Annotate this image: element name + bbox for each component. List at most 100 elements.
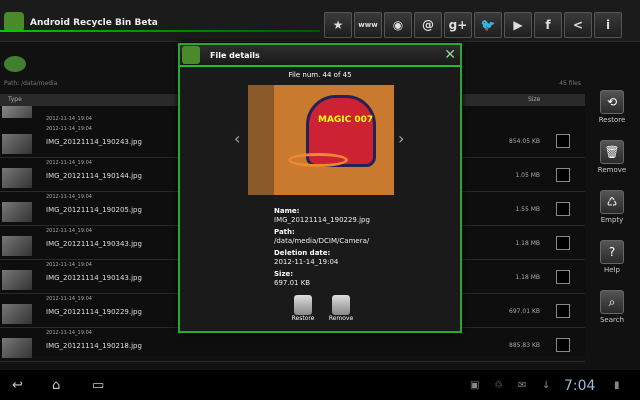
file-count: 45 files <box>559 80 581 87</box>
file-number: File num. 44 of 45 <box>288 71 352 79</box>
title-accent-line <box>0 30 320 32</box>
file-size: 854.05 KB <box>509 138 540 145</box>
back-icon[interactable]: ↩ <box>12 378 23 393</box>
file-checkbox[interactable] <box>556 168 570 182</box>
remove-icon: 🗑 <box>600 140 624 164</box>
column-type-header[interactable]: Type <box>8 96 22 103</box>
file-thumbnail <box>2 168 32 188</box>
file-name: IMG_20121114_190205.jpg <box>46 206 142 214</box>
search-button[interactable]: ⌕ Search <box>592 290 632 334</box>
bin-logo-icon <box>4 56 26 72</box>
previous-arrow-icon[interactable]: ‹ <box>234 129 240 148</box>
size-value: 697.01 KB <box>274 279 311 287</box>
restore-label: Restore <box>598 116 626 124</box>
dialog-remove-label: Remove <box>328 315 354 322</box>
battery-icon: ▮ <box>614 380 620 391</box>
file-name: IMG_20121114_190343.jpg <box>46 240 142 248</box>
recent-apps-icon[interactable]: ▭ <box>92 378 104 393</box>
path-label: Path: <box>274 228 295 236</box>
file-thumbnail <box>2 338 32 358</box>
remove-button[interactable]: 🗑 Remove <box>592 140 632 184</box>
file-checkbox[interactable] <box>556 236 570 250</box>
system-nav-bar: ↩ ⌂ ▭ ▣ ♲ ✉ ↓ 7:04 ▮ <box>0 370 640 400</box>
path-value: /data/media/DCIM/Camera/ <box>274 237 370 245</box>
file-date: 2012-11-14_19:04 <box>46 296 92 302</box>
www-icon[interactable]: www <box>354 12 382 38</box>
file-checkbox[interactable] <box>556 304 570 318</box>
file-size: 1.55 MB <box>515 206 540 213</box>
facebook-icon[interactable]: f <box>534 12 562 38</box>
restore-icon: ⟲ <box>600 90 624 114</box>
next-arrow-icon[interactable]: › <box>398 129 404 148</box>
photo-board-text: MAGIC 007 <box>318 115 374 125</box>
search-label: Search <box>599 316 625 324</box>
file-checkbox[interactable] <box>556 202 570 216</box>
deletion-date-value: 2012-11-14_19:04 <box>274 258 339 266</box>
file-date: 2012-11-14_19:04 <box>46 126 92 132</box>
empty-icon: ♺ <box>600 190 624 214</box>
file-checkbox[interactable] <box>556 134 570 148</box>
search-icon: ⌕ <box>600 290 624 314</box>
remove-label: Remove <box>597 166 627 174</box>
rss-icon[interactable]: ◉ <box>384 12 412 38</box>
share-icon[interactable]: < <box>564 12 592 38</box>
column-size-header[interactable]: Size <box>528 96 540 103</box>
empty-label: Empty <box>600 216 624 224</box>
file-thumbnail <box>2 202 32 222</box>
app-status-icon: ♲ <box>494 380 503 391</box>
dialog-header: File details ✕ <box>180 45 460 67</box>
close-icon[interactable]: ✕ <box>444 47 456 63</box>
file-thumbnail <box>2 134 32 154</box>
file-size: 1.18 MB <box>515 240 540 247</box>
file-preview-image: MAGIC 007 <box>248 85 394 195</box>
file-date: 2012-11-14_19:04 <box>46 330 92 336</box>
dialog-title: File details <box>210 51 260 60</box>
clock: 7:04 <box>564 378 596 394</box>
name-value: IMG_20121114_190229.jpg <box>274 216 370 224</box>
dialog-restore-button[interactable]: Restore <box>288 295 318 322</box>
youtube-icon[interactable]: ▶ <box>504 12 532 38</box>
name-label: Name: <box>274 207 300 215</box>
app-title: Android Recycle Bin Beta <box>30 18 158 28</box>
help-icon: ? <box>600 240 624 264</box>
file-checkbox[interactable] <box>556 338 570 352</box>
dialog-remove-button[interactable]: Remove <box>326 295 356 322</box>
title-bar: Android Recycle Bin Beta ★ www ◉ @ g+ 🐦 … <box>0 0 640 42</box>
top-toolbar: ★ www ◉ @ g+ 🐦 ▶ f < i <box>324 12 624 38</box>
file-name: IMG_20121114_190143.jpg <box>46 274 142 282</box>
mail-status-icon: ✉ <box>518 380 527 391</box>
app-window: Android Recycle Bin Beta ★ www ◉ @ g+ 🐦 … <box>0 0 640 400</box>
restore-button[interactable]: ⟲ Restore <box>592 90 632 134</box>
file-row[interactable]: 2012-11-14_19:04 IMG_20121114_190218.jpg… <box>0 328 585 362</box>
dialog-actions: Restore Remove <box>288 295 358 329</box>
gallery-status-icon: ▣ <box>470 380 480 391</box>
file-checkbox[interactable] <box>556 270 570 284</box>
file-thumbnail <box>2 236 32 256</box>
dialog-app-icon <box>182 46 200 64</box>
dialog-restore-label: Restore <box>291 315 315 322</box>
file-size: 697.01 KB <box>509 308 540 315</box>
file-info: Name: IMG_20121114_190229.jpg Path: /dat… <box>274 207 370 291</box>
file-size: 1.05 MB <box>515 172 540 179</box>
file-name: IMG_20121114_190243.jpg <box>46 138 142 146</box>
twitter-icon[interactable]: 🐦 <box>474 12 502 38</box>
home-icon[interactable]: ⌂ <box>52 378 60 393</box>
app-logo-icon <box>4 12 24 32</box>
size-label: Size: <box>274 270 294 278</box>
file-thumbnail <box>2 106 32 118</box>
file-date: 2012-11-14_19:04 <box>46 116 92 122</box>
file-size: 1.18 MB <box>515 274 540 281</box>
info-icon[interactable]: i <box>594 12 622 38</box>
file-date: 2012-11-14_19:04 <box>46 160 92 166</box>
help-label: Help <box>604 266 620 274</box>
google-plus-icon[interactable]: g+ <box>444 12 472 38</box>
file-name: IMG_20121114_190218.jpg <box>46 342 142 350</box>
file-date: 2012-11-14_19:04 <box>46 262 92 268</box>
star-icon[interactable]: ★ <box>324 12 352 38</box>
help-button[interactable]: ? Help <box>592 240 632 284</box>
empty-button[interactable]: ♺ Empty <box>592 190 632 234</box>
email-icon[interactable]: @ <box>414 12 442 38</box>
file-name: IMG_20121114_190144.jpg <box>46 172 142 180</box>
file-thumbnail <box>2 270 32 290</box>
action-sidebar: ⟲ Restore 🗑 Remove ♺ Empty ? Help ⌕ Sear… <box>592 90 638 330</box>
